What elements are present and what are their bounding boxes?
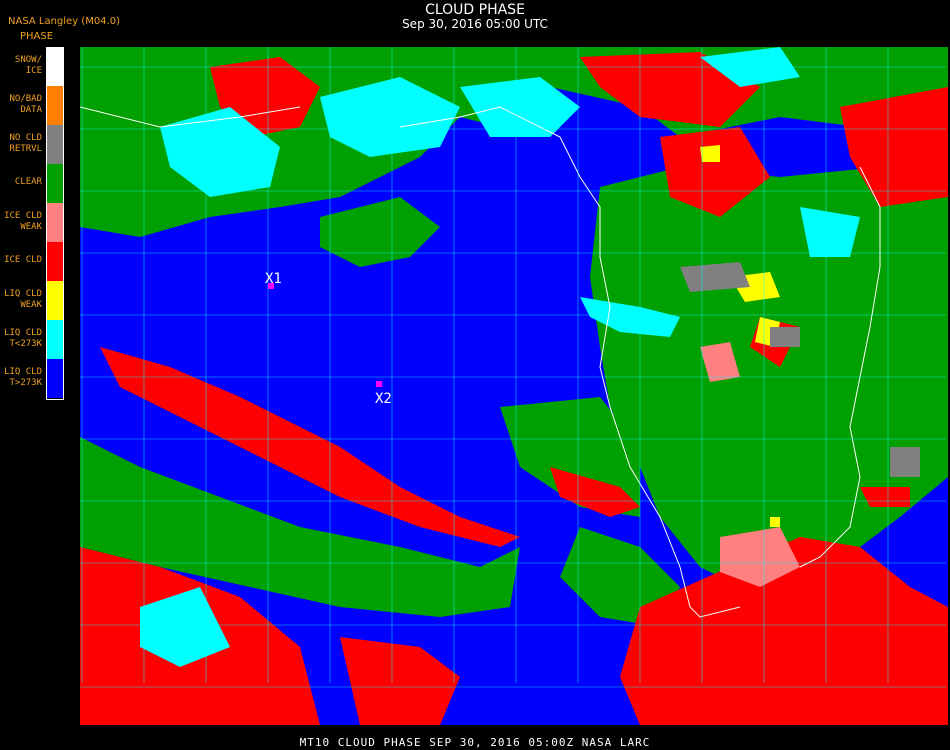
legend-title: PHASE xyxy=(20,31,54,42)
legend-label: LIQ CLD xyxy=(4,289,42,299)
legend-swatch xyxy=(46,47,64,86)
legend-label: RETRVL xyxy=(9,144,42,154)
provider-label: NASA Langley (M04.0) xyxy=(8,16,120,27)
cloud-phase-map: X1 X2 xyxy=(80,47,948,725)
legend-label: DATA xyxy=(20,105,42,115)
legend-swatch xyxy=(46,203,64,242)
map-title: CLOUD PHASE xyxy=(425,2,525,18)
legend-swatch xyxy=(46,125,64,164)
map-area: X1 X2 xyxy=(80,47,948,725)
legend-label: LIQ CLD xyxy=(4,328,42,338)
footer-caption: MT10 CLOUD PHASE SEP 30, 2016 05:00Z NAS… xyxy=(299,736,651,749)
legend-label: WEAK xyxy=(20,222,42,232)
marker-x1: X1 xyxy=(265,271,282,289)
marker-x2: X2 xyxy=(375,381,392,407)
legend-swatch xyxy=(46,242,64,281)
legend-label: NO CLD xyxy=(9,133,42,143)
legend-label: NO/BAD xyxy=(9,94,42,104)
phase-legend: SNOW/ICE NO/BAD DATA NO CLD RETRVL CLEAR ICE C… xyxy=(0,47,66,401)
legend-label: CLEAR xyxy=(14,177,42,187)
legend-swatch xyxy=(46,320,64,359)
marker-x2-label: X2 xyxy=(375,391,392,407)
legend-swatch xyxy=(46,281,64,320)
legend-swatch xyxy=(46,164,64,203)
legend-swatch xyxy=(46,86,64,125)
legend-label: ICE CLD xyxy=(4,211,42,221)
legend-label: SNOW/ xyxy=(14,55,42,65)
legend-label: T<273K xyxy=(9,339,42,349)
map-subtitle: Sep 30, 2016 05:00 UTC xyxy=(402,17,548,31)
legend-swatch xyxy=(46,359,64,398)
legend-label: ICE CLD xyxy=(4,255,42,265)
marker-x1-label: X1 xyxy=(265,271,282,287)
legend-label: WEAK xyxy=(20,300,42,310)
marker-x2-dot xyxy=(376,381,382,387)
legend-label: ICE xyxy=(25,66,42,76)
legend-label: T>273K xyxy=(9,378,42,388)
legend-label: LIQ CLD xyxy=(4,367,42,377)
